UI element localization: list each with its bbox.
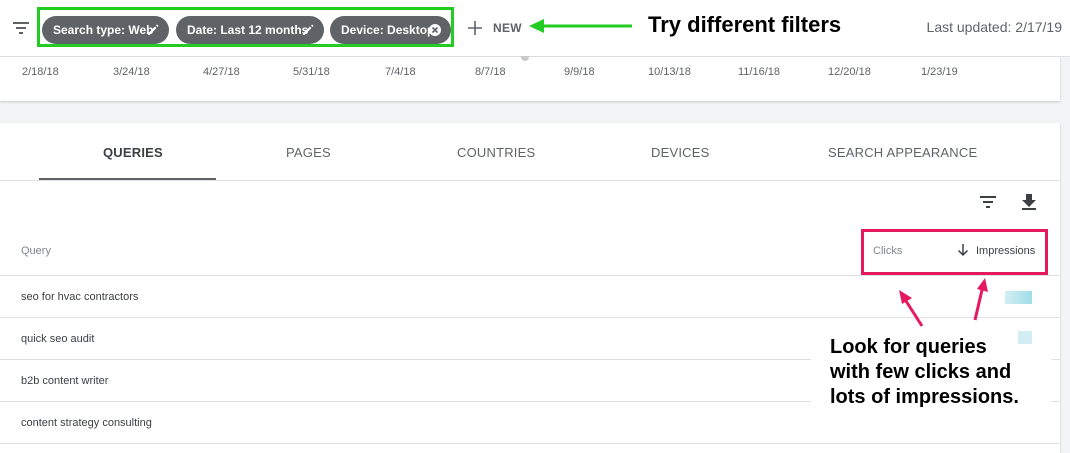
x-tick-label: 11/16/18 [738, 66, 781, 78]
x-tick-label: 5/31/18 [293, 66, 330, 78]
x-tick-label: 2/18/18 [22, 66, 59, 78]
filter-icon[interactable] [11, 18, 31, 38]
chip-label: Search type: Web [53, 23, 154, 37]
last-updated-text: Last updated: 2/17/19 [926, 19, 1062, 35]
dimension-tabs: QUERIES PAGES COUNTRIES DEVICES SEARCH A… [0, 123, 1060, 181]
tab-pages[interactable]: PAGES [286, 145, 331, 160]
green-arrow-annotation [529, 19, 632, 33]
plus-icon [468, 21, 482, 35]
tab-devices[interactable]: DEVICES [651, 145, 709, 160]
chip-date[interactable]: Date: Last 12 months [176, 16, 324, 44]
pencil-icon[interactable] [301, 23, 315, 37]
x-tick-label: 9/9/18 [564, 66, 595, 78]
new-filter-label: NEW [493, 21, 522, 35]
query-cell: b2b content writer [21, 375, 109, 387]
performance-chart-card: 2/18/18 3/24/18 4/27/18 5/31/18 7/4/18 8… [0, 56, 1060, 101]
x-tick-label: 3/24/18 [113, 66, 150, 78]
filters-highlight-box: Search type: Web Date: Last 12 months De… [37, 7, 454, 47]
filters-annotation: Try different filters [648, 12, 842, 37]
query-cell: content strategy consulting [21, 417, 152, 429]
x-tick-label: 1/23/19 [921, 66, 958, 78]
x-tick-label: 7/4/18 [385, 66, 416, 78]
pencil-icon[interactable] [146, 23, 160, 37]
filter-rows-icon[interactable] [978, 192, 998, 212]
blurred-impressions-value [1005, 291, 1032, 304]
download-icon[interactable] [1019, 191, 1039, 211]
x-tick-label: 10/13/18 [648, 66, 691, 78]
active-tab-indicator [39, 178, 216, 180]
chart-point-marker [521, 56, 529, 61]
chip-search-type[interactable]: Search type: Web [42, 16, 169, 44]
queries-annotation: Look for queries with few clicks and lot… [830, 335, 1050, 410]
x-tick-label: 8/7/18 [475, 66, 506, 78]
annotation-line: with few clicks and [830, 361, 1012, 383]
tab-queries[interactable]: QUERIES [103, 145, 163, 160]
annotation-line: lots of impressions. [830, 386, 1019, 408]
query-cell: seo for hvac contractors [21, 291, 139, 303]
filter-bar: Search type: Web Date: Last 12 months De… [0, 0, 1070, 57]
chip-device[interactable]: Device: Desktop [330, 16, 451, 44]
annotation-line: Look for queries [830, 336, 987, 358]
tab-countries[interactable]: COUNTRIES [457, 145, 535, 160]
chip-label: Date: Last 12 months [187, 23, 309, 37]
tab-search-appearance[interactable]: SEARCH APPEARANCE [828, 145, 977, 160]
column-header-query[interactable]: Query [21, 245, 51, 257]
table-row[interactable]: seo for hvac contractors [0, 276, 1060, 318]
chip-label: Device: Desktop [341, 23, 435, 37]
clear-icon[interactable] [428, 23, 442, 37]
query-cell: quick seo audit [21, 333, 95, 345]
x-tick-label: 12/20/18 [828, 66, 871, 78]
x-tick-label: 4/27/18 [203, 66, 240, 78]
columns-highlight-box [861, 229, 1048, 275]
